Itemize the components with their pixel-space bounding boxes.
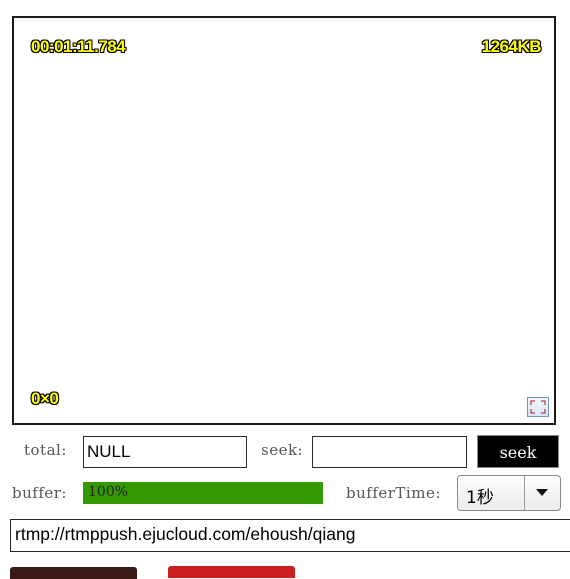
select-divider <box>524 476 525 510</box>
buffer-percent-text: 100% <box>88 484 129 500</box>
total-field[interactable] <box>83 436 247 468</box>
stop-button[interactable] <box>168 566 295 578</box>
buffer-time-value: 1秒 <box>466 488 494 508</box>
fullscreen-button[interactable] <box>527 397 549 417</box>
seek-label: seek: <box>261 441 304 459</box>
buffer-time-select[interactable]: 1秒 <box>457 475 561 511</box>
play-button[interactable] <box>10 567 137 579</box>
seek-button[interactable]: seek <box>477 435 559 468</box>
stream-url-field[interactable]: rtmp://rtmppush.ejucloud.com/ehoush/qian… <box>10 519 570 552</box>
fullscreen-icon <box>530 400 546 414</box>
downloaded-bytes: 1264KB <box>481 37 542 56</box>
seek-input[interactable] <box>312 436 467 468</box>
buffer-progress-bar: 100% <box>83 482 323 504</box>
playback-timestamp: 00:01:11.784 <box>31 37 126 56</box>
total-label: total: <box>24 441 67 459</box>
chevron-down-icon <box>536 489 548 496</box>
buffer-label: buffer: <box>12 484 67 502</box>
video-resolution: 0×0 <box>31 389 59 408</box>
buffer-time-label: bufferTime: <box>346 484 441 502</box>
video-player[interactable]: 00:01:11.784 1264KB 0×0 <box>12 16 556 425</box>
